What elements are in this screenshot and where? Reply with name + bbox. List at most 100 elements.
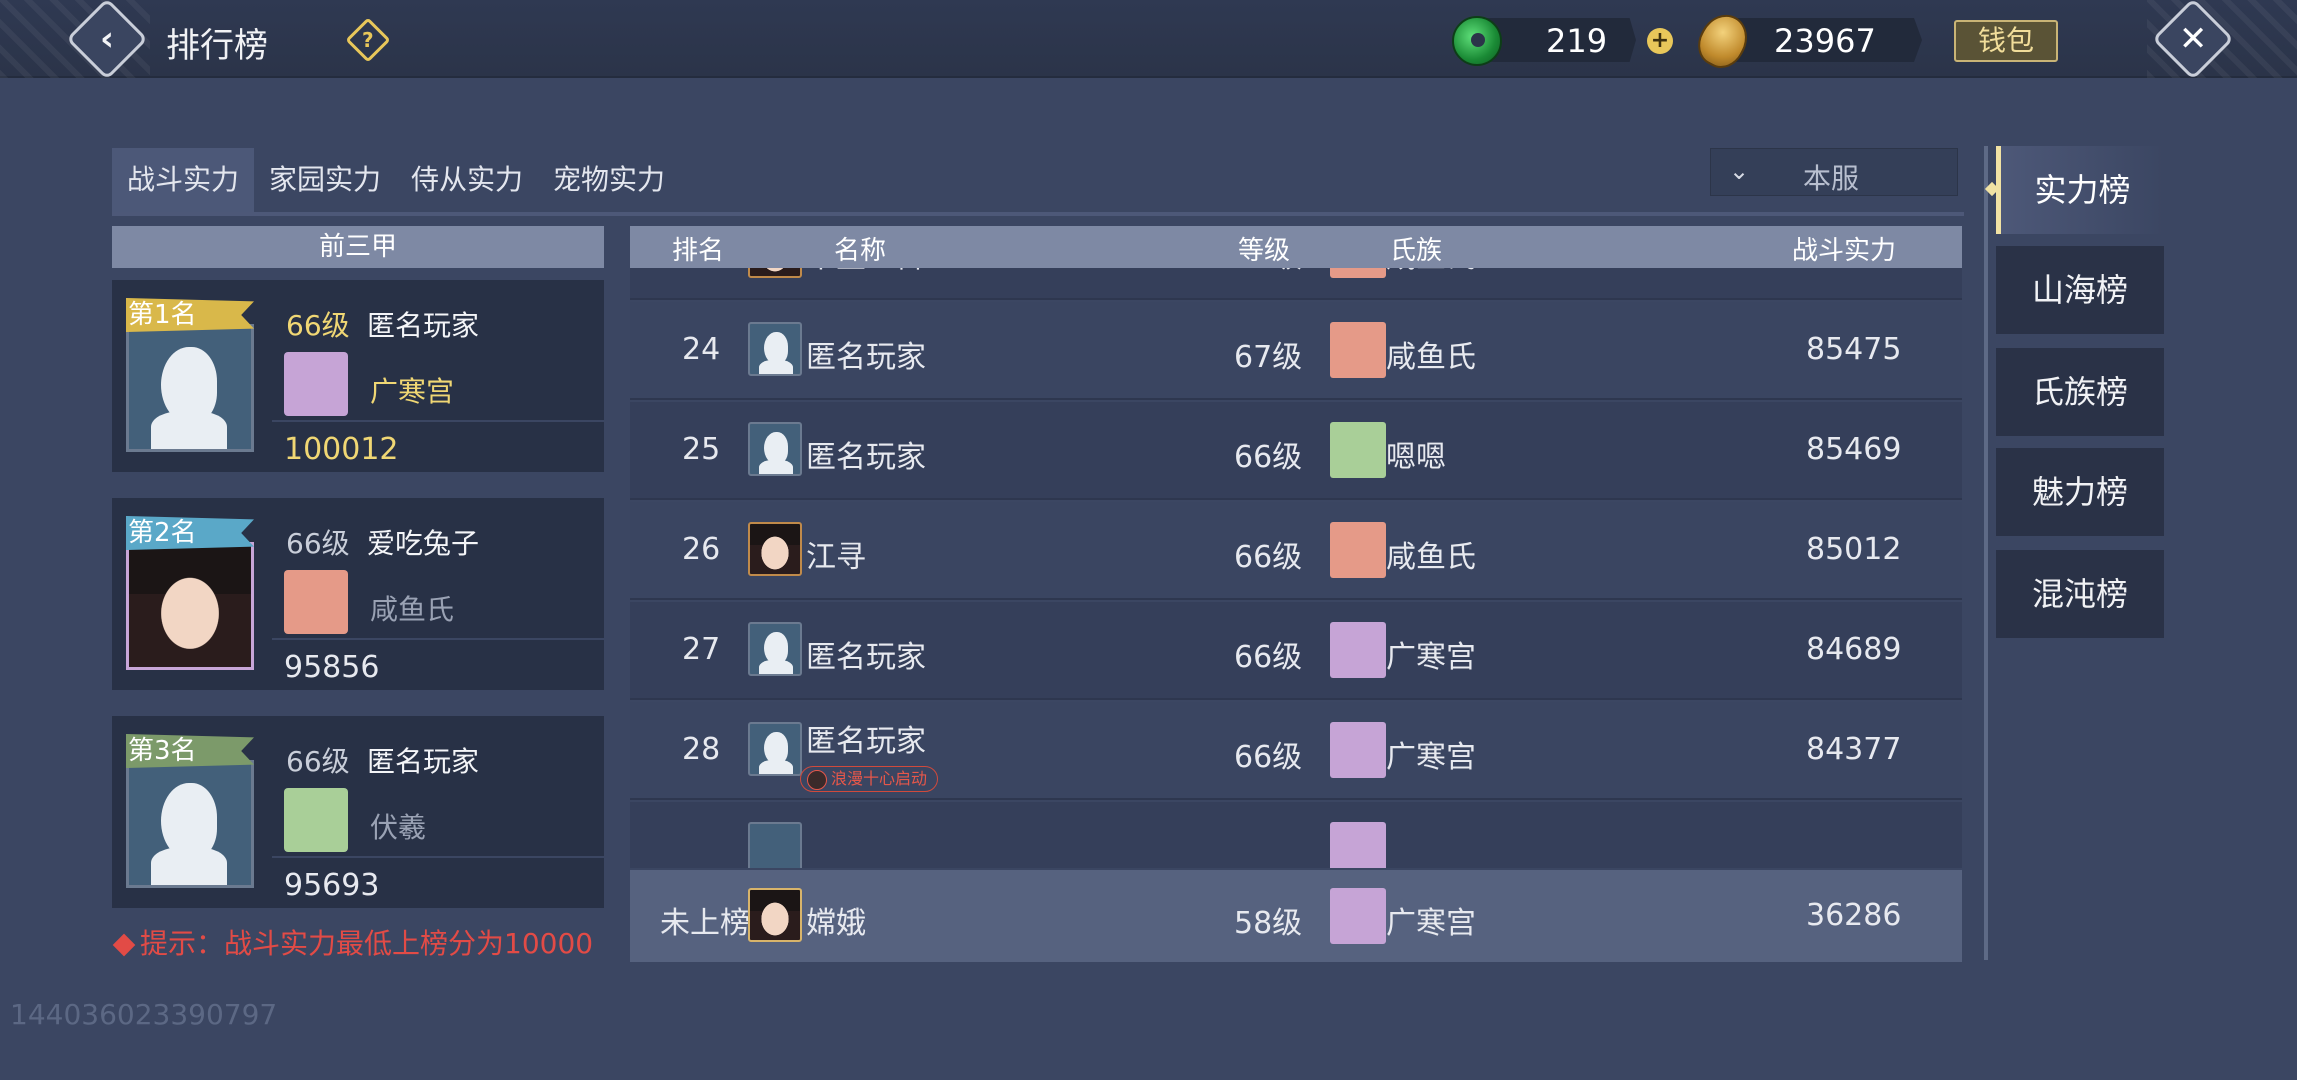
add-currency-icon[interactable]: + — [1647, 28, 1673, 54]
player-level: 66级 — [286, 745, 350, 778]
title-badge: 浪漫十心启动 — [800, 766, 939, 792]
page-title: 排行榜 — [166, 26, 268, 66]
row-name: 匿名玩家 — [806, 640, 926, 675]
table-row[interactable]: 28 匿名玩家 浪漫十心启动 66级 广寒宫 84377 — [630, 702, 1962, 800]
rank-tag: 第2名 — [126, 516, 254, 550]
clan-emblem-icon — [1330, 268, 1386, 278]
col-power: 战斗实力 — [1792, 236, 1897, 266]
clan-name: 广寒宫 — [370, 375, 455, 408]
clan-emblem-icon — [284, 352, 348, 416]
player-name: 匿名玩家 — [367, 745, 480, 778]
table-row[interactable]: 27 匿名玩家 66级 广寒宫 84689 — [630, 602, 1962, 700]
row-rank: 26 — [682, 532, 721, 567]
clan-emblem-icon — [284, 788, 348, 852]
col-name: 名称 — [834, 236, 887, 266]
coin-amount: 23967 — [1774, 22, 1876, 60]
clan-emblem-icon — [1330, 722, 1386, 778]
row-level: 66级 — [1234, 640, 1303, 675]
row-power: 85469 — [1806, 432, 1902, 467]
ranking-list[interactable]: 23 千里一群 65级 咸鱼氏 85629 24 匿名玩家 67级 咸鱼氏 85… — [630, 268, 1962, 868]
tab-combat-power[interactable]: 战斗实力 — [112, 148, 255, 216]
table-row[interactable]: 23 千里一群 65级 咸鱼氏 85629 — [630, 268, 1962, 300]
chevron-down-icon: ⌄ — [1729, 157, 1750, 185]
board-clan[interactable]: 氏族榜 — [1996, 348, 2164, 436]
top3-card-1[interactable]: 第1名 66级 匿名玩家 广寒宫 100012 — [112, 280, 604, 472]
player-level: 66级 — [286, 527, 350, 560]
row-clan: 咸鱼氏 — [1386, 340, 1476, 375]
board-chaos[interactable]: 混沌榜 — [1996, 550, 2164, 638]
wallet-button[interactable]: 钱包 — [1954, 20, 2058, 62]
avatar — [126, 542, 254, 670]
row-name: 匿名玩家 — [806, 440, 926, 475]
row-clan: 咸鱼氏 — [1386, 268, 1476, 276]
combat-score: 95693 — [284, 868, 380, 903]
player-level: 66级 — [286, 309, 350, 342]
avatar — [748, 322, 802, 376]
player-name: 爱吃兔子 — [367, 527, 480, 560]
category-tabs: 战斗实力 家园实力 侍从实力 宠物实力 — [112, 148, 680, 216]
avatar — [748, 268, 802, 278]
row-rank: 28 — [682, 732, 721, 767]
my-name: 嫦娥 — [806, 906, 866, 941]
rank-tag: 第1名 — [126, 298, 254, 332]
tab-pet-power[interactable]: 宠物实力 — [538, 148, 680, 216]
table-row[interactable]: 24 匿名玩家 67级 咸鱼氏 85475 — [630, 302, 1962, 400]
my-power: 36286 — [1806, 898, 1902, 933]
my-rank: 未上榜 — [660, 906, 750, 941]
col-level: 等级 — [1238, 236, 1291, 266]
player-name: 匿名玩家 — [367, 309, 480, 342]
clan-emblem-icon — [284, 570, 348, 634]
board-shanhai[interactable]: 山海榜 — [1996, 246, 2164, 334]
avatar — [126, 760, 254, 888]
avatar — [748, 522, 802, 576]
table-row[interactable]: 25 匿名玩家 66级 嗯嗯 85469 — [630, 402, 1962, 500]
server-dropdown-value: 本服 — [1803, 162, 1860, 195]
avatar — [748, 722, 802, 776]
board-rail — [1984, 146, 1988, 960]
row-level: 67级 — [1234, 340, 1303, 375]
my-level: 58级 — [1234, 906, 1303, 941]
combat-score: 100012 — [284, 432, 399, 467]
my-rank-row[interactable]: 未上榜 嫦娥 58级 广寒宫 36286 — [630, 870, 1962, 962]
row-level: 66级 — [1234, 440, 1303, 475]
row-clan: 广寒宫 — [1386, 640, 1476, 675]
tab-underline — [112, 212, 1964, 216]
jade-currency-icon — [1452, 16, 1502, 66]
board-strength[interactable]: 实力榜 — [1996, 146, 2164, 234]
table-row[interactable]: 26 江寻 66级 咸鱼氏 85012 — [630, 502, 1962, 600]
row-clan: 咸鱼氏 — [1386, 540, 1476, 575]
clan-emblem-icon — [1330, 822, 1386, 868]
jade-amount: 219 — [1546, 22, 1608, 60]
ranking-table: 排名 名称 等级 氏族 战斗实力 23 千里一群 65级 咸鱼氏 85629 2… — [630, 226, 1962, 962]
row-power: 84377 — [1806, 732, 1902, 767]
avatar — [748, 622, 802, 676]
row-power: 85475 — [1806, 332, 1902, 367]
top3-card-2[interactable]: 第2名 66级 爱吃兔子 咸鱼氏 95856 — [112, 498, 604, 690]
row-power: 84689 — [1806, 632, 1902, 667]
row-level: 65级 — [1234, 268, 1302, 276]
top-bar: ‹ 排行榜 ? 219 + 23967 钱包 ✕ — [0, 0, 2297, 81]
combat-score: 95856 — [284, 650, 380, 685]
board-charm[interactable]: 魅力榜 — [1996, 448, 2164, 536]
avatar — [748, 822, 802, 868]
clan-name: 伏羲 — [370, 811, 427, 844]
table-header: 排名 名称 等级 氏族 战斗实力 — [630, 226, 1962, 268]
row-clan: 嗯嗯 — [1386, 440, 1446, 475]
row-rank: 24 — [682, 332, 721, 367]
user-id: 144036023390797 — [10, 998, 278, 1031]
top3-header: 前三甲 — [112, 226, 604, 268]
row-name: 匿名玩家 — [806, 340, 926, 375]
clan-emblem-icon — [1330, 422, 1386, 478]
tab-home-power[interactable]: 家园实力 — [254, 148, 396, 216]
top3-card-3[interactable]: 第3名 66级 匿名玩家 伏羲 95693 — [112, 716, 604, 908]
server-dropdown[interactable]: ⌄ 本服 — [1710, 148, 1958, 196]
row-clan: 广寒宫 — [1386, 740, 1476, 775]
row-level: 66级 — [1234, 540, 1303, 575]
help-icon[interactable]: ? — [345, 17, 391, 63]
tab-attendant-power[interactable]: 侍从实力 — [396, 148, 538, 216]
clan-emblem-icon — [1330, 522, 1386, 578]
rank-tag: 第3名 — [126, 734, 254, 768]
min-score-tip: 提示：战斗实力最低上榜分为10000 — [112, 922, 593, 962]
row-level: 66级 — [1234, 740, 1303, 775]
table-row-partial — [630, 802, 1962, 868]
